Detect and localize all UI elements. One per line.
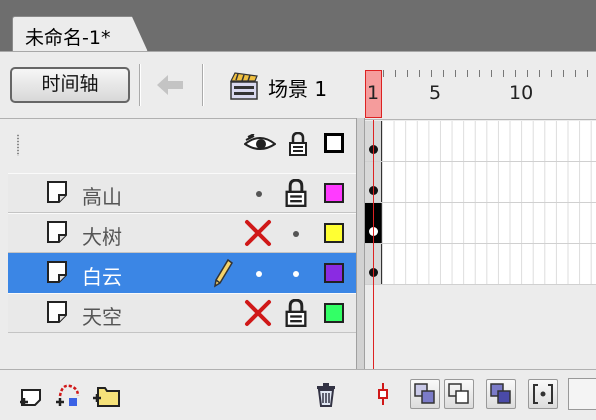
frame-row[interactable]: [365, 203, 596, 244]
modify-onion-markers-button[interactable]: [528, 379, 558, 409]
layer-page-icon: [47, 301, 67, 323]
add-motion-guide-icon[interactable]: [54, 380, 82, 408]
layer-row[interactable]: 大树: [8, 213, 358, 253]
frame-ruler[interactable]: 1 5 10: [365, 70, 596, 120]
visibility-dot[interactable]: [256, 191, 262, 197]
ruler-tick: [503, 70, 504, 77]
onion-skin-outlines-button[interactable]: [444, 379, 474, 409]
layer-header: [8, 122, 358, 172]
scene-clapper-icon: [230, 72, 258, 100]
ruler-tick: [431, 70, 432, 77]
edit-multiple-frames-icon: [490, 383, 511, 404]
ruler-label: 5: [429, 82, 442, 104]
lock-icon[interactable]: [288, 132, 308, 156]
ruler-tick: [587, 70, 588, 77]
layer-list: 高山 大树 白云 天空: [8, 173, 358, 333]
frame-row[interactable]: [365, 244, 596, 285]
frame-row[interactable]: [365, 121, 596, 162]
scene-label[interactable]: 场景 1: [268, 73, 327, 102]
visibility-dot[interactable]: [256, 271, 262, 277]
layer-color-swatch[interactable]: [324, 263, 344, 283]
current-frame-number: 1: [367, 82, 380, 104]
lock-dot[interactable]: [293, 231, 299, 237]
new-layer-icon[interactable]: [18, 380, 46, 408]
ruler-tick: [419, 70, 420, 77]
lock-dot[interactable]: [293, 271, 299, 277]
eye-icon[interactable]: [244, 134, 276, 154]
current-frame-field[interactable]: [568, 378, 596, 410]
ruler-tick: [395, 70, 396, 77]
toolbar-separator: [202, 64, 204, 106]
ruler-tick: [467, 70, 468, 77]
layer-color-swatch[interactable]: [324, 223, 344, 243]
ruler-tick: [575, 70, 576, 77]
ruler-tick: [491, 70, 492, 77]
layer-name[interactable]: 天空: [82, 301, 122, 330]
new-folder-icon[interactable]: [92, 380, 120, 408]
layer-row[interactable]: 高山: [8, 173, 358, 213]
center-frame-icon[interactable]: [369, 380, 397, 408]
ruler-label: 10: [509, 82, 534, 104]
layer-color-swatch[interactable]: [324, 303, 344, 323]
lock-icon[interactable]: [284, 179, 308, 207]
toolbar-separator: [139, 64, 141, 106]
ruler-tick: [551, 70, 552, 77]
document-tab[interactable]: 未命名-1*: [12, 16, 148, 52]
x-icon[interactable]: [244, 299, 272, 327]
layer-name[interactable]: 高山: [82, 181, 122, 210]
trash-icon[interactable]: [312, 380, 340, 408]
x-icon[interactable]: [244, 219, 272, 247]
ruler-tick: [527, 70, 528, 77]
ruler-tick: [383, 70, 384, 77]
playhead-line: [373, 120, 374, 410]
back-arrow-icon[interactable]: [155, 72, 185, 98]
panel-grip-handle[interactable]: [16, 134, 20, 156]
onion-skin-button[interactable]: [410, 379, 440, 409]
onion-skin-icon: [414, 383, 435, 404]
ruler-tick: [539, 70, 540, 77]
ruler-tick: [443, 70, 444, 77]
frame-grid[interactable]: [365, 121, 596, 285]
layer-row[interactable]: 天空: [8, 293, 358, 333]
bottom-toolbar: [0, 369, 596, 420]
outline-icon[interactable]: [324, 133, 344, 153]
layer-name[interactable]: 白云: [82, 261, 122, 290]
layer-name[interactable]: 大树: [82, 221, 122, 250]
timeline-toggle-button[interactable]: 时间轴: [10, 67, 130, 103]
layer-page-icon: [47, 261, 67, 283]
ruler-tick: [515, 70, 516, 77]
ruler-tick: [563, 70, 564, 77]
layer-row[interactable]: 白云: [8, 253, 358, 293]
onion-markers-icon: [533, 384, 553, 404]
edit-multiple-frames-button[interactable]: [486, 379, 516, 409]
layer-page-icon: [47, 181, 67, 203]
ruler-tick: [479, 70, 480, 77]
layer-color-swatch[interactable]: [324, 183, 344, 203]
frame-row[interactable]: [365, 162, 596, 203]
lock-icon[interactable]: [284, 299, 308, 327]
ruler-tick: [455, 70, 456, 77]
ruler-tick: [407, 70, 408, 77]
pencil-icon: [213, 258, 233, 288]
document-title: 未命名-1*: [25, 27, 111, 49]
onion-outline-icon: [448, 383, 469, 404]
layer-page-icon: [47, 221, 67, 243]
